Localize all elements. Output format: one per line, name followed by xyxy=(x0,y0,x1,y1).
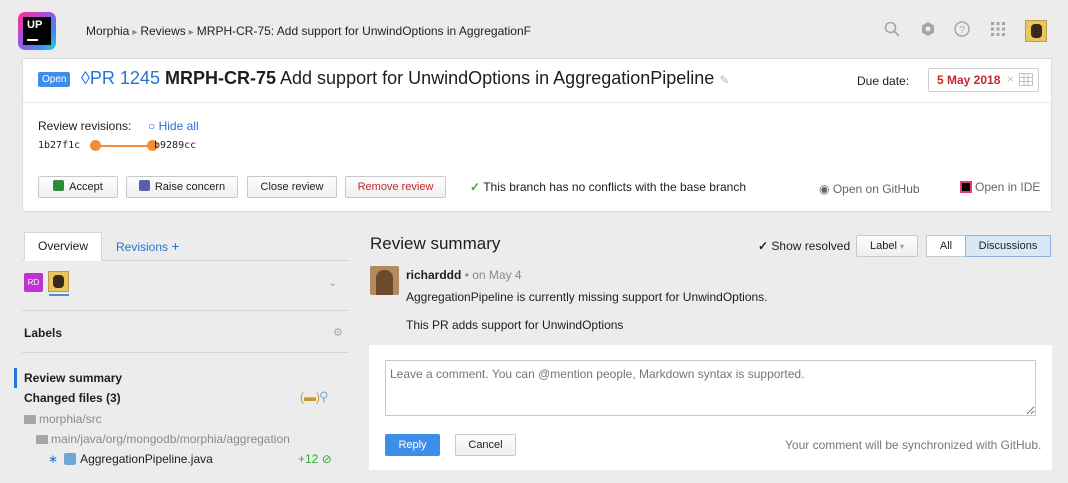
revision-range-line xyxy=(99,145,149,147)
checkbox-checked-icon[interactable]: ✓ xyxy=(758,239,768,253)
folder-item[interactable]: main/java/org/mongodb/morphia/aggregatio… xyxy=(36,432,290,446)
code-brackets-icon[interactable]: (▬) xyxy=(300,390,320,404)
breadcrumb-current: MRPH-CR-75: Add support for UnwindOption… xyxy=(196,24,531,38)
avatar-underline xyxy=(49,294,69,296)
review-actions-panel: Review revisions: ○ Hide all 1b27f1c b92… xyxy=(22,102,1052,212)
page-title: ◊PR 1245 MRPH-CR-75 Add support for Unwi… xyxy=(81,68,729,89)
due-date-field[interactable]: 5 May 2018 × xyxy=(928,68,1039,92)
breadcrumb: Morphia ▸ Reviews ▸ MRPH-CR-75: Add support … xyxy=(86,24,531,38)
comment-input[interactable] xyxy=(385,360,1036,416)
comment-text: This PR adds support for UnwindOptions xyxy=(406,318,624,332)
due-date-value: 5 May 2018 xyxy=(937,73,1001,87)
sync-note: Your comment will be synchronized with G… xyxy=(785,438,1042,452)
check-icon: ✓ xyxy=(470,180,481,194)
folder-item[interactable]: morphia/src xyxy=(24,412,102,426)
file-item[interactable]: ∗ AggregationPipeline.java xyxy=(48,452,213,466)
labels-heading: Labels xyxy=(24,326,63,340)
due-date-label: Due date: xyxy=(857,74,910,88)
help-icon[interactable]: ? xyxy=(951,20,973,42)
open-on-github-link[interactable]: ◉ Open on GitHub xyxy=(819,182,920,196)
caret-down-icon: ▾ xyxy=(899,242,904,251)
apps-grid-icon[interactable] xyxy=(987,20,1009,42)
search-icon[interactable] xyxy=(881,20,903,42)
circle-icon: ○ xyxy=(148,119,156,133)
tab-overview[interactable]: Overview xyxy=(24,232,102,261)
divider xyxy=(22,310,349,311)
ide-icon xyxy=(960,181,972,193)
edit-pencil-icon[interactable]: ✎ xyxy=(719,73,729,87)
comment-composer: Reply Cancel Your comment will be synchr… xyxy=(369,345,1052,470)
sidebar-item-changed-files[interactable]: Changed files (3) xyxy=(24,391,121,405)
tab-revisions[interactable]: Revisions + xyxy=(116,238,180,254)
concern-icon xyxy=(138,180,150,191)
search-files-icon[interactable]: ⚲ xyxy=(319,389,329,405)
sidebar-item-review-summary[interactable]: Review summary xyxy=(24,371,122,385)
avatar[interactable] xyxy=(48,271,69,292)
accept-button[interactable]: Accept xyxy=(38,176,118,198)
summary-heading: Review summary xyxy=(370,234,501,253)
calendar-icon[interactable] xyxy=(1019,73,1033,89)
folder-icon xyxy=(24,415,36,424)
file-delta: +12 ⊘ xyxy=(298,452,332,466)
svg-text:?: ? xyxy=(959,25,965,36)
upsource-logo[interactable]: UP xyxy=(18,12,56,50)
github-icon: ◉ xyxy=(819,182,830,196)
chevron-down-icon[interactable]: ⌄ xyxy=(328,276,337,289)
avatar[interactable] xyxy=(370,266,399,295)
add-icon[interactable]: + xyxy=(171,238,179,254)
show-resolved-toggle[interactable]: ✓ Show resolved xyxy=(758,239,850,253)
comment-text: AggregationPipeline is currently missing… xyxy=(406,290,768,304)
revision-end[interactable]: b9289cc xyxy=(154,140,196,151)
accept-icon xyxy=(53,180,65,191)
review-title: Add support for UnwindOptions in Aggrega… xyxy=(280,68,715,88)
remove-review-button[interactable]: Remove review xyxy=(345,176,446,198)
clear-date-icon[interactable]: × xyxy=(1007,72,1014,86)
breadcrumb-separator-icon: ▸ xyxy=(188,27,194,38)
logo-text: UP xyxy=(27,19,43,31)
filter-discussions-button[interactable]: Discussions xyxy=(965,235,1051,257)
pr-link[interactable]: ◊PR 1245 xyxy=(81,68,160,88)
modified-star-icon: ∗ xyxy=(48,452,59,466)
top-bar: UP Morphia ▸ Reviews ▸ MRPH-CR-75: Add suppo… xyxy=(0,0,1068,62)
java-file-icon xyxy=(64,453,77,465)
separator-dot-icon: • xyxy=(464,268,469,282)
avatar[interactable]: RD xyxy=(24,273,43,292)
status-badge: Open xyxy=(38,72,71,87)
sidebar: Overview Revisions + RD ⌄ Labels ⚙ Revie… xyxy=(14,227,349,473)
divider xyxy=(22,352,349,353)
pr-number: PR 1245 xyxy=(89,68,160,88)
review-header: Open ◊PR 1245 MRPH-CR-75 Add support for… xyxy=(22,58,1052,102)
hub-icon[interactable] xyxy=(917,20,939,42)
branch-status: ✓ This branch has no conflicts with the … xyxy=(470,180,746,194)
review-key: MRPH-CR-75 xyxy=(164,68,276,88)
pull-request-icon: ◊ xyxy=(81,68,90,88)
open-in-ide-link[interactable]: Open in IDE xyxy=(960,180,1040,194)
breadcrumb-reviews[interactable]: Reviews xyxy=(140,24,185,38)
label-dropdown[interactable]: Label ▾ xyxy=(856,235,918,257)
comment-author: richarddd • on May 4 xyxy=(406,268,522,282)
revisions-label: Review revisions: xyxy=(38,119,132,133)
user-avatar-icon[interactable] xyxy=(1025,20,1047,42)
check-circle-icon: ⊘ xyxy=(321,452,332,466)
breadcrumb-project[interactable]: Morphia xyxy=(86,24,129,38)
cancel-button[interactable]: Cancel xyxy=(455,434,516,456)
revision-start-handle[interactable] xyxy=(90,140,101,151)
filter-all-button[interactable]: All xyxy=(926,235,966,257)
folder-icon xyxy=(36,435,48,444)
selection-indicator xyxy=(14,368,17,388)
hide-all-link[interactable]: ○ Hide all xyxy=(148,119,199,133)
revision-start[interactable]: 1b27f1c xyxy=(38,140,80,151)
breadcrumb-separator-icon: ▸ xyxy=(132,27,138,38)
close-review-button[interactable]: Close review xyxy=(247,176,337,198)
reply-button[interactable]: Reply xyxy=(385,434,440,456)
gear-icon[interactable]: ⚙ xyxy=(333,326,343,339)
raise-concern-button[interactable]: Raise concern xyxy=(126,176,238,198)
